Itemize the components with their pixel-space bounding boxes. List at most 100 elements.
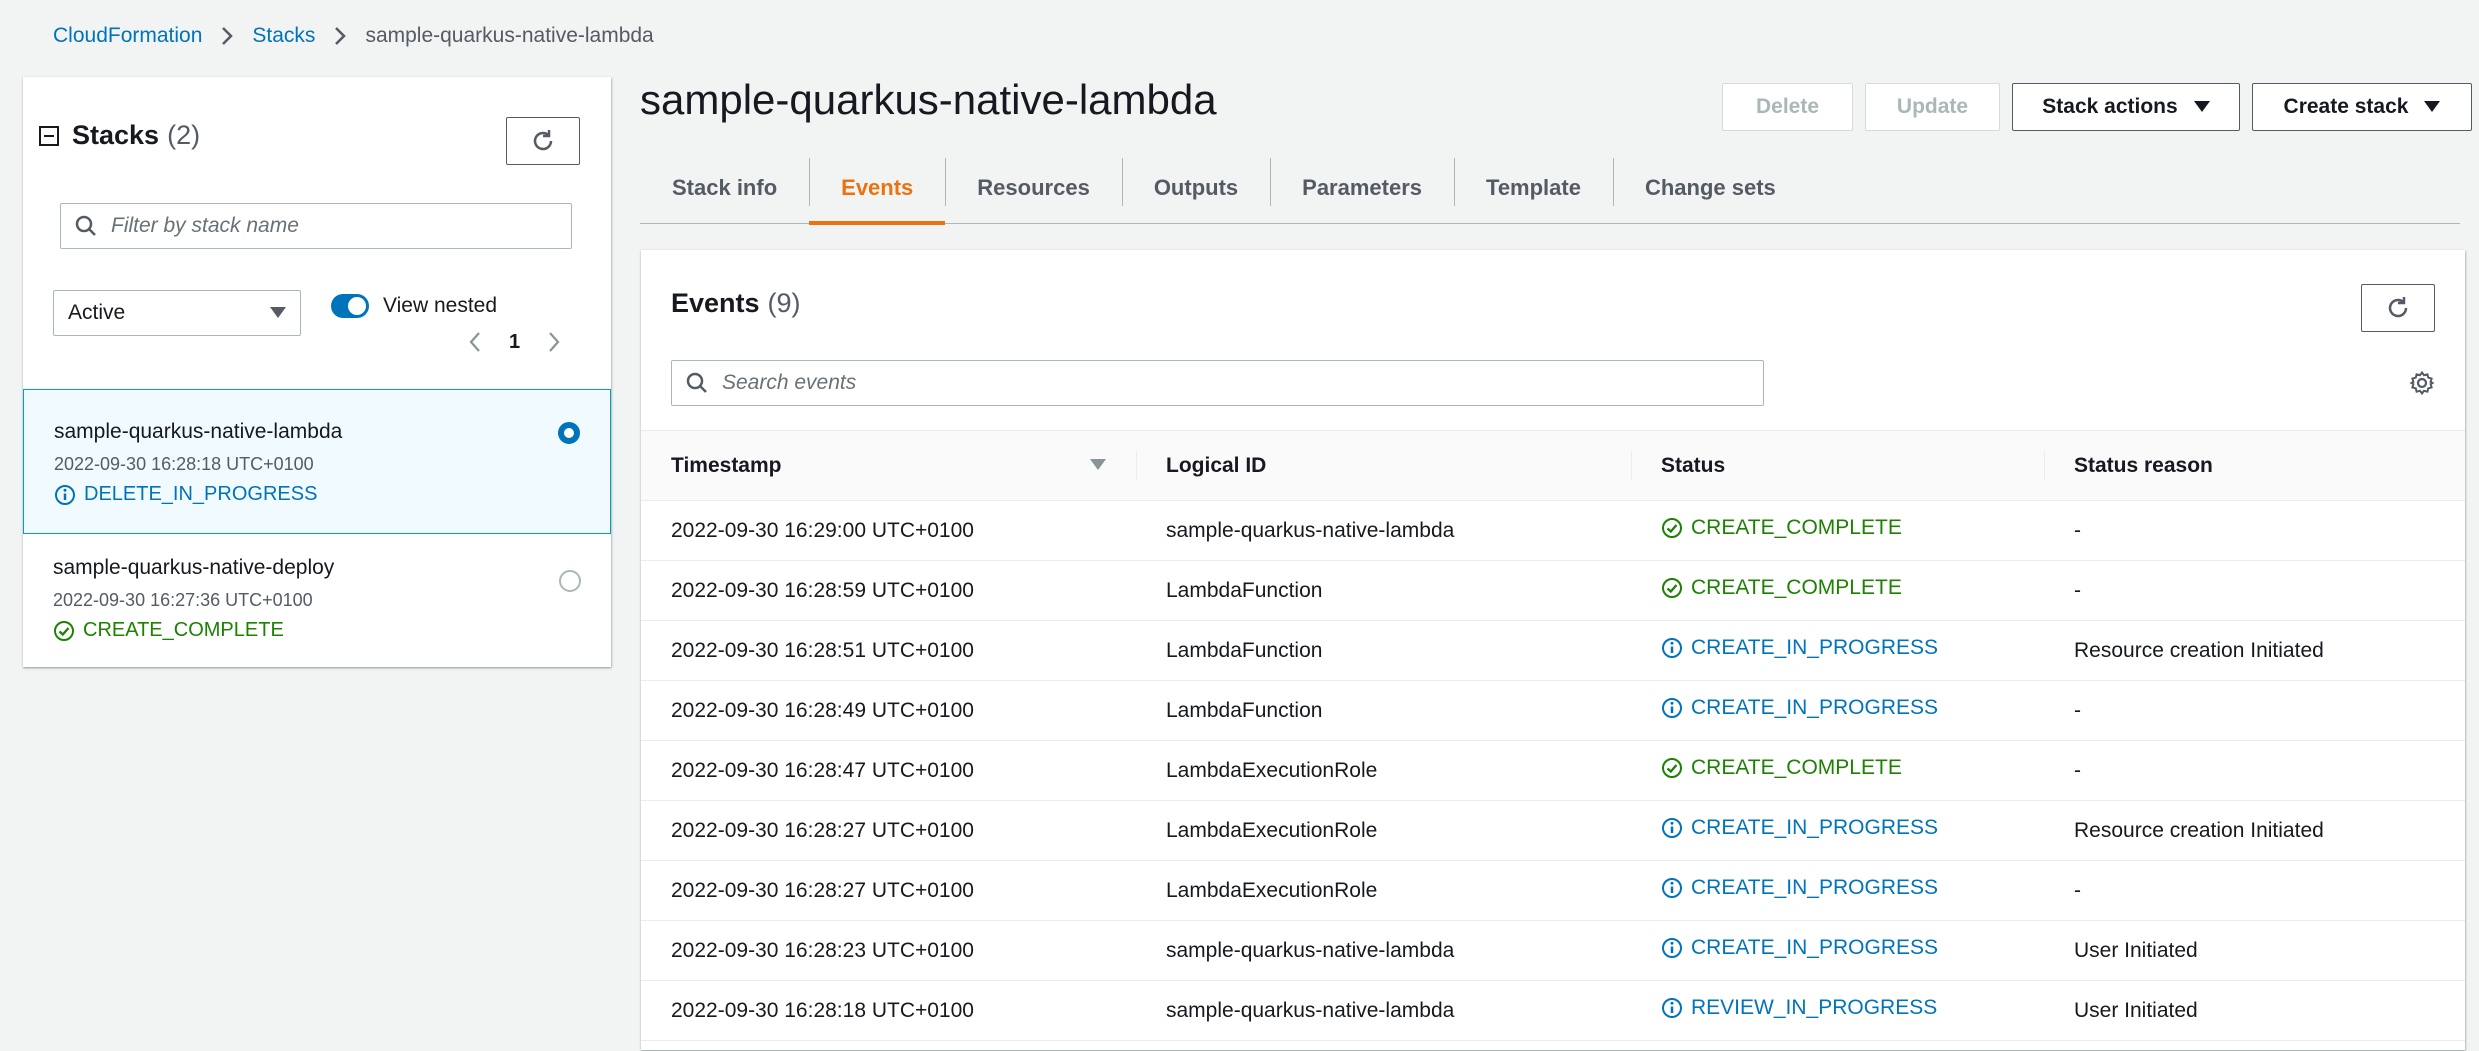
update-button[interactable]: Update xyxy=(1865,83,2000,131)
check-circle-icon xyxy=(1662,758,1682,778)
info-icon xyxy=(1662,698,1682,718)
table-row: 2022-09-30 16:29:00 UTC+0100 sample-quark… xyxy=(641,501,2465,561)
refresh-icon xyxy=(2388,297,2408,318)
event-timestamp: 2022-09-30 16:28:47 UTC+0100 xyxy=(671,758,974,782)
event-status-reason: User Initiated xyxy=(2074,938,2198,962)
event-status-reason: - xyxy=(2074,878,2081,902)
event-logical-id: sample-quarkus-native-lambda xyxy=(1166,518,1455,542)
check-circle-icon xyxy=(1662,578,1682,598)
stack-status: DELETE_IN_PROGRESS xyxy=(54,483,580,506)
stack-radio-selected[interactable] xyxy=(558,422,580,444)
stacks-pagination: 1 xyxy=(465,328,564,356)
event-timestamp: 2022-09-30 16:28:23 UTC+0100 xyxy=(671,938,974,962)
breadcrumb-cloudformation-link[interactable]: CloudFormation xyxy=(53,24,202,48)
column-header-status[interactable]: Status xyxy=(1631,431,2044,501)
events-table-header: Timestamp Logical ID Status Status reaso… xyxy=(641,430,2465,501)
column-header-timestamp[interactable]: Timestamp xyxy=(641,431,1136,501)
tab-outputs[interactable]: Outputs xyxy=(1121,152,1270,223)
chevron-right-icon[interactable] xyxy=(544,328,564,356)
event-logical-id: LambdaExecutionRole xyxy=(1166,758,1378,782)
create-stack-label: Create stack xyxy=(2283,95,2409,118)
events-search-field[interactable] xyxy=(671,360,1764,406)
stack-filter-field[interactable] xyxy=(60,203,572,249)
stack-actions-label: Stack actions xyxy=(2042,95,2178,118)
event-status: CREATE_IN_PROGRESS xyxy=(1631,681,2044,741)
event-logical-id: LambdaFunction xyxy=(1166,698,1323,722)
stack-detail-tabs: Stack info Events Resources Outputs Para… xyxy=(640,152,2460,225)
event-status: CREATE_IN_PROGRESS xyxy=(1631,921,2044,981)
events-count: (9) xyxy=(767,288,801,318)
tab-change-sets[interactable]: Change sets xyxy=(1612,152,1808,223)
event-timestamp: 2022-09-30 16:28:27 UTC+0100 xyxy=(671,818,974,842)
current-page-number[interactable]: 1 xyxy=(509,331,520,354)
stack-status-select[interactable]: Active xyxy=(53,290,301,336)
event-timestamp: 2022-09-30 16:29:00 UTC+0100 xyxy=(671,518,974,542)
info-icon xyxy=(1662,938,1682,958)
event-status-reason: Resource creation Initiated xyxy=(2074,818,2324,842)
info-icon xyxy=(1662,998,1682,1018)
events-search-input[interactable] xyxy=(722,371,1692,395)
stack-actions-button[interactable]: Stack actions xyxy=(2012,83,2240,131)
breadcrumb-current: sample-quarkus-native-lambda xyxy=(365,24,654,47)
create-stack-button[interactable]: Create stack xyxy=(2252,83,2472,131)
event-timestamp: 2022-09-30 16:28:18 UTC+0100 xyxy=(671,998,974,1022)
refresh-icon xyxy=(533,130,553,151)
stack-list-item[interactable]: sample-quarkus-native-deploy 2022-09-30 … xyxy=(23,534,611,667)
stack-name: sample-quarkus-native-deploy xyxy=(53,556,335,579)
stacks-panel-header: Stacks (2) xyxy=(38,120,200,151)
event-timestamp: 2022-09-30 16:28:27 UTC+0100 xyxy=(671,878,974,902)
stack-date: 2022-09-30 16:27:36 UTC+0100 xyxy=(53,590,313,610)
event-logical-id: sample-quarkus-native-lambda xyxy=(1166,998,1455,1022)
stacks-refresh-button[interactable] xyxy=(506,117,580,165)
stack-list-item[interactable]: sample-quarkus-native-lambda 2022-09-30 … xyxy=(23,389,611,534)
sort-descending-icon[interactable] xyxy=(1090,459,1106,471)
breadcrumb: CloudFormation Stacks sample-quarkus-nat… xyxy=(53,20,654,52)
tab-stack-info[interactable]: Stack info xyxy=(640,152,809,223)
stack-name: sample-quarkus-native-lambda xyxy=(54,420,343,443)
event-logical-id: sample-quarkus-native-lambda xyxy=(1166,938,1455,962)
tab-parameters[interactable]: Parameters xyxy=(1270,152,1454,223)
collapse-icon[interactable] xyxy=(38,125,60,147)
event-status: CREATE_COMPLETE xyxy=(1631,561,2044,621)
stack-status-select-value: Active xyxy=(68,301,126,324)
event-status: CREATE_IN_PROGRESS xyxy=(1631,801,2044,861)
events-title: Events (9) xyxy=(671,288,801,318)
table-row: 2022-09-30 16:28:18 UTC+0100 sample-quark… xyxy=(641,981,2465,1041)
stack-radio[interactable] xyxy=(559,570,581,592)
caret-down-icon xyxy=(2424,101,2441,112)
event-status-reason: - xyxy=(2074,698,2081,722)
event-status-reason: - xyxy=(2074,578,2081,602)
tab-template[interactable]: Template xyxy=(1454,152,1613,223)
event-timestamp: 2022-09-30 16:28:49 UTC+0100 xyxy=(671,698,974,722)
tab-resources[interactable]: Resources xyxy=(945,152,1122,223)
stack-date: 2022-09-30 16:28:18 UTC+0100 xyxy=(54,454,314,474)
events-refresh-button[interactable] xyxy=(2361,284,2435,332)
view-nested-toggle[interactable]: View nested xyxy=(331,294,497,318)
column-header-logical-id[interactable]: Logical ID xyxy=(1136,431,1631,501)
event-status-reason: - xyxy=(2074,758,2081,782)
gear-icon[interactable] xyxy=(2409,370,2435,396)
caret-down-icon xyxy=(270,307,286,318)
stack-filter-input[interactable] xyxy=(111,214,558,238)
event-status: CREATE_IN_PROGRESS xyxy=(1631,861,2044,921)
event-timestamp: 2022-09-30 16:28:51 UTC+0100 xyxy=(671,638,974,662)
breadcrumb-stacks-link[interactable]: Stacks xyxy=(252,24,315,48)
stacks-count: (2) xyxy=(167,120,201,150)
event-status-reason: - xyxy=(2074,518,2081,542)
tab-events[interactable]: Events xyxy=(809,152,946,225)
caret-down-icon xyxy=(2193,101,2210,112)
stacks-panel-title: Stacks (2) xyxy=(72,120,201,150)
table-row: 2022-09-30 16:28:27 UTC+0100 LambdaExecut… xyxy=(641,861,2465,921)
delete-button[interactable]: Delete xyxy=(1722,83,1853,131)
table-row: 2022-09-30 16:28:23 UTC+0100 sample-quark… xyxy=(641,921,2465,981)
event-status: CREATE_IN_PROGRESS xyxy=(1631,621,2044,681)
event-timestamp: 2022-09-30 16:28:59 UTC+0100 xyxy=(671,578,974,602)
events-table: Timestamp Logical ID Status Status reaso… xyxy=(641,430,2465,1041)
event-status-reason: User Initiated xyxy=(2074,998,2198,1022)
table-row: 2022-09-30 16:28:47 UTC+0100 LambdaExecut… xyxy=(641,741,2465,801)
event-status: REVIEW_IN_PROGRESS xyxy=(1631,981,2044,1041)
chevron-left-icon[interactable] xyxy=(465,328,485,356)
info-icon xyxy=(1662,878,1682,898)
toggle-switch[interactable] xyxy=(331,294,369,318)
column-header-status-reason[interactable]: Status reason xyxy=(2044,431,2465,501)
